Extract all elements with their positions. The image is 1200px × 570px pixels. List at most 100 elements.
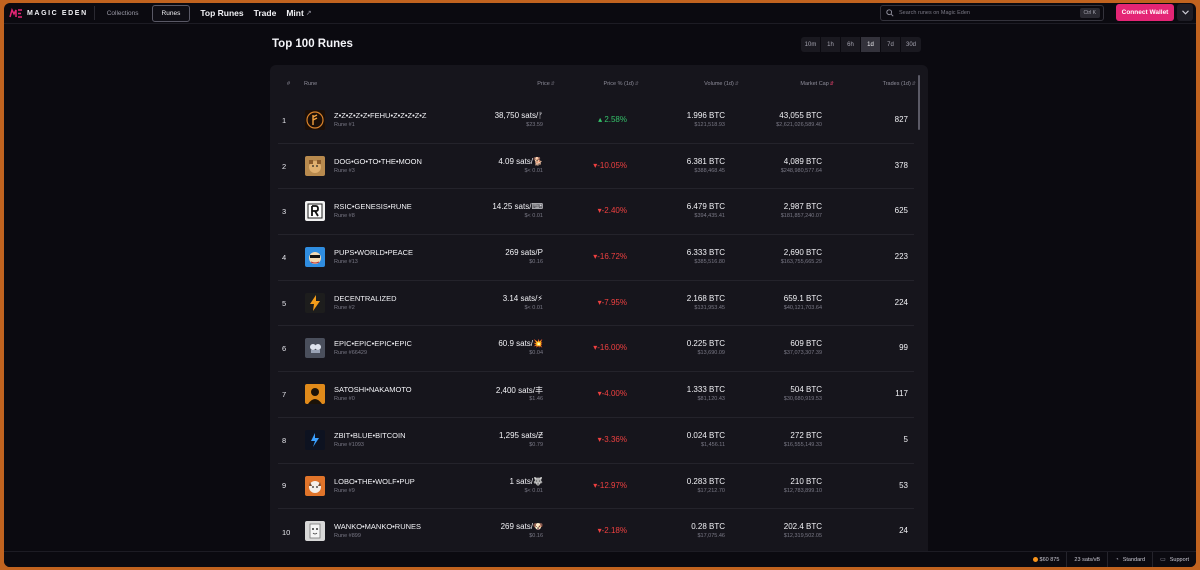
rune-name[interactable]: DECENTRALIZED bbox=[334, 294, 397, 303]
price-usd: $0.04 bbox=[529, 350, 543, 357]
price-value: 1,295 sats/Ƶ bbox=[498, 430, 543, 440]
rune-name[interactable]: RSIC•GENESIS•RUNE bbox=[334, 202, 412, 211]
support-label: Support bbox=[1169, 556, 1189, 563]
table-row[interactable]: 8 ZBIT•BLUE•BITCOIN Rune #1093 1,295 sat… bbox=[278, 418, 914, 464]
market-cap-value: 504 BTC bbox=[790, 385, 822, 395]
header-price[interactable]: Price⇵ bbox=[537, 81, 555, 87]
rune-name[interactable]: SATOSHI•NAKAMOTO bbox=[334, 385, 412, 394]
price-change-value: -2.18% bbox=[601, 526, 627, 536]
nav-link-top-runes[interactable]: Top Runes bbox=[200, 8, 243, 18]
table-row[interactable]: 4 PUPS•WORLD•PEACE Rune #13 269 sats/P $… bbox=[278, 235, 914, 281]
page-title: Top 100 Runes bbox=[272, 38, 353, 50]
search-input[interactable]: Search runes on Magic Eden Ctrl K bbox=[880, 5, 1104, 21]
volume-usd: $17,212.70 bbox=[697, 487, 725, 494]
app-window: MAGIC EDEN Collections Runes Top Runes T… bbox=[4, 3, 1196, 567]
table-row[interactable]: 9 LOBO•THE•WOLF•PUP Rune #9 1 sats/🐺 $< … bbox=[278, 464, 914, 510]
tab-runes[interactable]: Runes bbox=[151, 4, 191, 22]
table-row[interactable]: 6 EPIC•EPIC•EPIC•EPIC Rune #66429 60.9 s… bbox=[278, 326, 914, 373]
header-trades[interactable]: Trades (1d)⇵ bbox=[883, 81, 916, 87]
menu-dropdown-button[interactable] bbox=[1177, 4, 1193, 21]
price-value: 1 sats/🐺 bbox=[509, 476, 543, 486]
market-cap-usd: $37,073,307.39 bbox=[783, 350, 822, 357]
rune-name[interactable]: LOBO•THE•WOLF•PUP bbox=[334, 477, 415, 486]
mode-label: Standard bbox=[1122, 556, 1146, 563]
volume-usd: $121,518.93 bbox=[694, 122, 725, 128]
trades-value: 827 bbox=[894, 115, 908, 124]
wolf-icon bbox=[305, 475, 325, 496]
support-button[interactable]: ▭ Support bbox=[1152, 552, 1196, 567]
fehu-rune-icon bbox=[305, 110, 325, 130]
period-button[interactable]: 10m bbox=[801, 37, 821, 52]
nav-link-trade[interactable]: Trade bbox=[254, 8, 277, 18]
period-button[interactable]: 7d bbox=[881, 37, 901, 52]
tab-collections[interactable]: Collections bbox=[98, 5, 148, 22]
sort-icon: ⇵ bbox=[911, 81, 916, 87]
table-row[interactable]: 7 SATOSHI•NAKAMOTO Rune #0 2,400 sats/丰 … bbox=[278, 372, 914, 418]
row-rank: 9 bbox=[282, 481, 287, 491]
price-value: 4.09 sats/🐕 bbox=[498, 156, 543, 166]
row-rank: 2 bbox=[282, 161, 287, 171]
connect-wallet-button[interactable]: Connect Wallet bbox=[1116, 4, 1174, 21]
sort-icon: ⇵ bbox=[734, 81, 739, 87]
top-nav: MAGIC EDEN Collections Runes Top Runes T… bbox=[4, 3, 1196, 24]
price-change: ▾-10.05% bbox=[593, 161, 627, 170]
volume-value: 0.28 BTC bbox=[691, 522, 725, 532]
price-change: ▾-3.36% bbox=[598, 435, 627, 444]
header-rune: Rune bbox=[304, 81, 318, 87]
table-row[interactable]: 3 RSIC•GENESIS•RUNE Rune #8 14.25 sats/⌨… bbox=[278, 189, 914, 236]
period-button[interactable]: 6h bbox=[841, 37, 861, 52]
rune-number: Rune #1093 bbox=[334, 441, 364, 448]
mode-selector[interactable]: ◔ Standard bbox=[1107, 552, 1152, 567]
price-change: ▾-12.97% bbox=[593, 481, 627, 490]
table-row[interactable]: 5 DECENTRALIZED Rune #2 3.14 sats/⚡ $< 0… bbox=[278, 281, 914, 327]
rune-name[interactable]: PUPS•WORLD•PEACE bbox=[334, 248, 413, 257]
volume-value: 0.024 BTC bbox=[686, 430, 725, 440]
period-button[interactable]: 30d bbox=[901, 37, 921, 52]
rune-name[interactable]: ZBIT•BLUE•BITCOIN bbox=[334, 431, 406, 440]
rune-name[interactable]: Z•Z•Z•Z•Z•FEHU•Z•Z•Z•Z•Z bbox=[334, 111, 427, 120]
magic-eden-logo[interactable]: MAGIC EDEN bbox=[9, 8, 88, 18]
rune-name[interactable]: EPIC•EPIC•EPIC•EPIC bbox=[334, 339, 412, 348]
rsic-icon bbox=[305, 201, 325, 222]
price-change-value: -10.05% bbox=[597, 160, 627, 170]
period-button[interactable]: 1h bbox=[821, 37, 841, 52]
volume-usd: $17,075.46 bbox=[697, 533, 725, 540]
table-row[interactable]: 1 Z•Z•Z•Z•Z•FEHU•Z•Z•Z•Z•Z Rune #1 38,75… bbox=[278, 98, 914, 144]
volume-value: 6.479 BTC bbox=[686, 202, 725, 212]
table-row[interactable]: 2 DOG•GO•TO•THE•MOON Rune #3 4.09 sats/🐕… bbox=[278, 144, 914, 190]
market-cap-value: 609 BTC bbox=[790, 339, 822, 349]
price-usd: $< 0.01 bbox=[524, 304, 543, 311]
rune-name[interactable]: WANKO•MANKO•RUNES bbox=[334, 522, 421, 531]
price-usd: $< 0.01 bbox=[524, 213, 543, 220]
volume-usd: $394,435.41 bbox=[694, 213, 725, 220]
row-rank: 4 bbox=[282, 252, 287, 262]
header-price-pct[interactable]: Price % (1d)⇵ bbox=[604, 81, 639, 87]
price-usd: $0.79 bbox=[529, 441, 543, 448]
trades-value: 378 bbox=[894, 160, 908, 170]
logo-text: MAGIC EDEN bbox=[27, 9, 88, 17]
price-value: 14.25 sats/⌨ bbox=[492, 202, 543, 212]
rune-name[interactable]: DOG•GO•TO•THE•MOON bbox=[334, 157, 422, 166]
trades-value: 53 bbox=[899, 480, 908, 490]
header-volume[interactable]: Volume (1d)⇵ bbox=[704, 81, 739, 87]
header-trades-label: Trades (1d) bbox=[882, 81, 911, 87]
sort-active-icon: ⇵ bbox=[829, 81, 834, 87]
runes-table: # Rune Price⇵ Price % (1d)⇵ Volume (1d)⇵… bbox=[270, 65, 928, 565]
row-rank: 1 bbox=[282, 115, 287, 125]
nav-link-mint[interactable]: Mint bbox=[286, 8, 303, 18]
table-row[interactable]: 10 WANKO•MANKO•RUNES Rune #899 269 sats/… bbox=[278, 509, 914, 555]
volume-value: 0.225 BTC bbox=[686, 339, 725, 349]
sort-icon: ⇵ bbox=[634, 81, 639, 87]
rune-number: Rune #8 bbox=[334, 213, 355, 220]
table-scrollbar[interactable] bbox=[918, 75, 920, 130]
price-usd: $< 0.01 bbox=[524, 487, 543, 494]
row-rank: 6 bbox=[282, 344, 287, 354]
table-body: 1 Z•Z•Z•Z•Z•FEHU•Z•Z•Z•Z•Z Rune #1 38,75… bbox=[278, 98, 914, 555]
volume-value: 6.333 BTC bbox=[686, 248, 725, 258]
btc-price: $60 875 bbox=[1026, 552, 1067, 567]
row-rank: 3 bbox=[282, 207, 287, 217]
rune-number: Rune #899 bbox=[334, 533, 361, 540]
period-button[interactable]: 1d bbox=[861, 37, 881, 52]
header-market-cap[interactable]: Market Cap⇵ bbox=[800, 81, 834, 87]
market-cap-usd: $16,555,149.33 bbox=[783, 441, 822, 448]
